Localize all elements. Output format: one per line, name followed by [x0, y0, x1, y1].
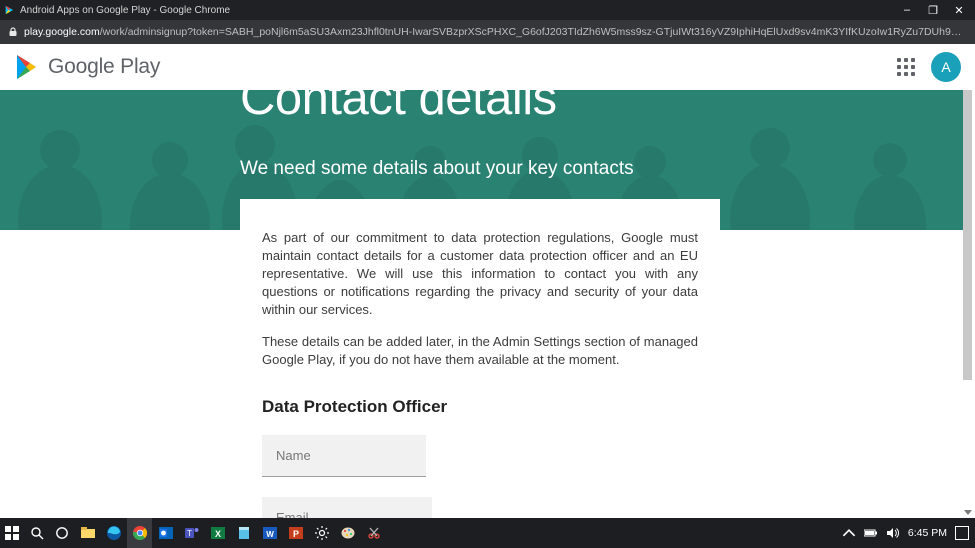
window-titlebar: Android Apps on Google Play - Google Chr…	[0, 0, 975, 20]
intro-paragraph-1: As part of our commitment to data protec…	[262, 229, 698, 319]
notepad-icon[interactable]	[231, 518, 256, 548]
section-title-dpo: Data Protection Officer	[262, 397, 698, 417]
account-avatar[interactable]: A	[931, 52, 961, 82]
intro-paragraph-2: These details can be added later, in the…	[262, 333, 698, 369]
outlook-icon[interactable]	[153, 518, 178, 548]
window-controls: – ❐ ✕	[901, 4, 971, 17]
battery-icon[interactable]	[864, 526, 878, 540]
scrollbar-thumb[interactable]	[963, 90, 972, 380]
url-path: /work/adminsignup?token=SABH_poNjl6m5aSU…	[100, 26, 967, 38]
play-icon	[4, 5, 14, 15]
cortana-button[interactable]	[50, 518, 74, 548]
window-title: Android Apps on Google Play - Google Chr…	[20, 5, 901, 16]
windows-taskbar: T X W P 6:45 PM	[0, 518, 975, 548]
tray-chevron-icon[interactable]	[842, 526, 856, 540]
system-tray: 6:45 PM	[842, 526, 975, 540]
notifications-icon[interactable]	[955, 526, 969, 540]
paint-icon[interactable]	[335, 518, 360, 548]
maximize-button[interactable]: ❐	[927, 4, 939, 17]
scrollbar-down-icon[interactable]	[963, 506, 972, 518]
form-card: As part of our commitment to data protec…	[240, 199, 720, 518]
page-title: Contact details	[240, 90, 557, 126]
google-play-logo[interactable]: Google Play	[14, 53, 160, 81]
settings-icon[interactable]	[309, 518, 334, 548]
svg-text:T: T	[187, 529, 192, 538]
taskbar-clock[interactable]: 6:45 PM	[908, 527, 947, 539]
chrome-icon[interactable]	[127, 518, 152, 548]
lock-icon	[8, 27, 18, 37]
volume-icon[interactable]	[886, 526, 900, 540]
minimize-button[interactable]: –	[901, 4, 913, 17]
svg-text:W: W	[266, 530, 274, 539]
svg-text:P: P	[292, 529, 298, 539]
close-button[interactable]: ✕	[953, 4, 965, 17]
google-play-header: Google Play A	[0, 44, 975, 90]
address-bar[interactable]: play.google.com/work/adminsignup?token=S…	[0, 20, 975, 44]
snipping-tool-icon[interactable]	[361, 518, 386, 548]
product-name: Google Play	[48, 55, 160, 79]
play-store-icon	[14, 53, 40, 81]
powerpoint-icon[interactable]: P	[283, 518, 308, 548]
dpo-name-field[interactable]	[262, 435, 426, 477]
page-subtitle: We need some details about your key cont…	[240, 158, 634, 180]
dpo-email-field[interactable]	[262, 497, 432, 518]
search-button[interactable]	[25, 518, 49, 548]
url-text: play.google.com/work/adminsignup?token=S…	[24, 26, 967, 38]
url-host: play.google.com	[24, 26, 100, 38]
teams-icon[interactable]: T	[179, 518, 204, 548]
start-button[interactable]	[0, 518, 24, 548]
svg-text:X: X	[214, 529, 220, 539]
page-scrollbar[interactable]	[963, 90, 972, 518]
excel-icon[interactable]: X	[205, 518, 230, 548]
edge-icon[interactable]	[101, 518, 126, 548]
file-explorer-icon[interactable]	[75, 518, 100, 548]
apps-icon[interactable]	[897, 58, 915, 76]
word-icon[interactable]: W	[257, 518, 282, 548]
page-content: Contact details We need some details abo…	[0, 90, 975, 518]
